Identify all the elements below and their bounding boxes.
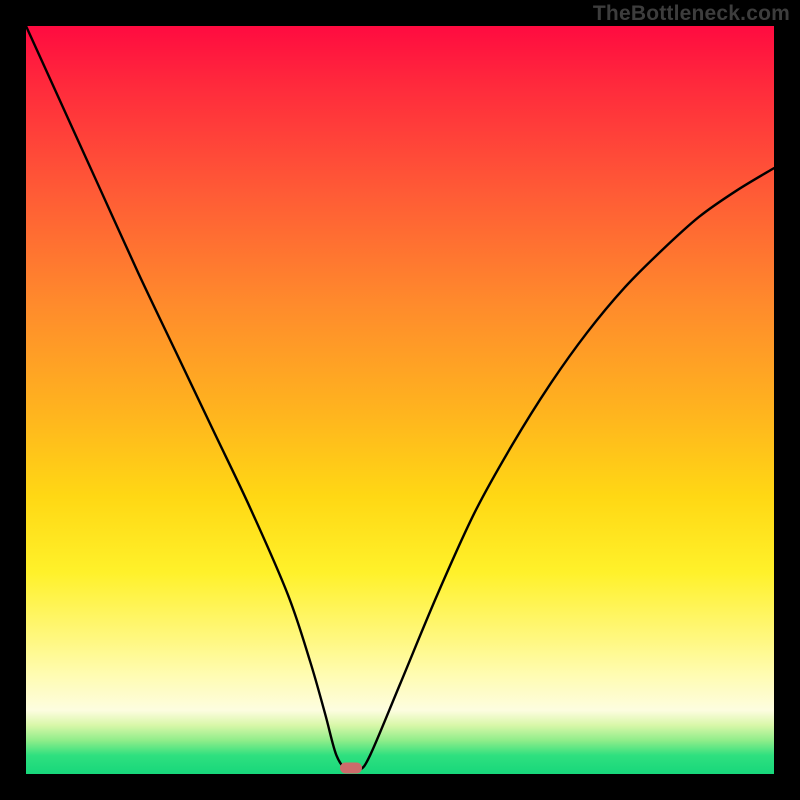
watermark-text: TheBottleneck.com [593,2,790,26]
plot-area [26,26,774,774]
bottleneck-curve [26,26,774,774]
chart-frame: TheBottleneck.com [0,0,800,800]
